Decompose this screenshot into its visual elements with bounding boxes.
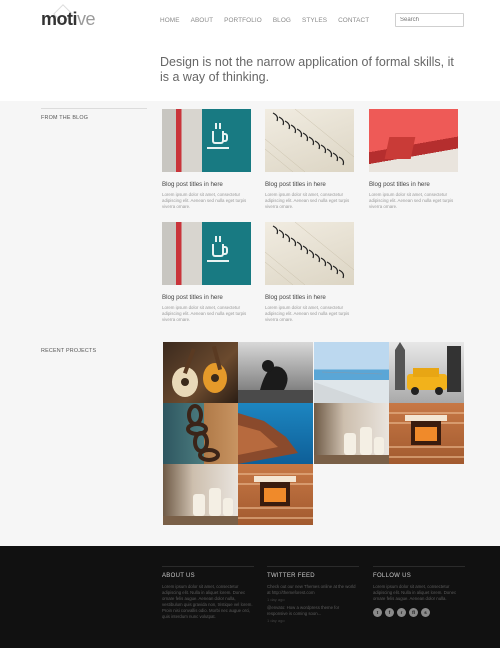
footer-follow-text: Lorem ipsum dolor sit amet, consectetur … (373, 584, 457, 601)
site-header: motive HOME ABOUT PORTFOLIO BLOG STYLES … (0, 0, 500, 101)
site-logo[interactable]: motive (41, 9, 96, 30)
blog-post-excerpt: Lorem ipsum dolor sit amet, consectetur … (265, 192, 350, 209)
footer-follow: FOLLOW US Lorem ipsum dolor sit amet, co… (373, 566, 465, 617)
blog-post-excerpt: Lorem ipsum dolor sit amet, consectetur … (369, 192, 454, 209)
footer-twitter: TWITTER FEED Check out our new Themes on… (267, 566, 359, 626)
blog-card[interactable]: Blog post titles in here Lorem ipsum dol… (265, 222, 355, 323)
project-tile-figure[interactable] (238, 342, 313, 403)
tweet-meta: 1 day ago (267, 618, 285, 623)
blog-post-title[interactable]: Blog post titles in here (162, 294, 252, 301)
blog-section-label: FROM THE BLOG (41, 115, 89, 121)
blog-post-title[interactable]: Blog post titles in here (162, 181, 252, 188)
rss-icon[interactable]: r (397, 608, 406, 617)
tweet-text[interactable]: @envato: How a wordpress theme for respo… (267, 605, 359, 617)
blog-card[interactable]: Blog post titles in here Lorem ipsum dol… (162, 222, 252, 323)
footer-about-text: Lorem ipsum dolor sit amet, consectetur … (162, 584, 253, 619)
blog-thumb-notebook[interactable] (265, 109, 354, 172)
blog-thumb-coffee[interactable] (162, 109, 251, 172)
project-tile-candles[interactable] (163, 464, 238, 525)
site-footer: ABOUT US Lorem ipsum dolor sit amet, con… (0, 546, 500, 648)
project-tile-car[interactable] (389, 342, 464, 403)
tweet-meta: 1 day ago (267, 597, 285, 602)
skype-icon[interactable]: s (421, 608, 430, 617)
blog-divider (41, 108, 147, 109)
footer-follow-title: FOLLOW US (373, 573, 412, 579)
main-nav: HOME ABOUT PORTFOLIO BLOG STYLES CONTACT (160, 17, 380, 24)
logo-accent: ve (77, 9, 96, 29)
project-tile-pier[interactable] (314, 342, 389, 403)
project-tile-fireplace[interactable] (238, 464, 313, 525)
footer-twitter-title: TWITTER FEED (267, 573, 315, 579)
nav-contact[interactable]: CONTACT (338, 17, 369, 24)
blog-card[interactable]: Blog post titles in here Lorem ipsum dol… (265, 109, 355, 210)
blog-post-excerpt: Lorem ipsum dolor sit amet, consectetur … (162, 305, 247, 322)
nav-blog[interactable]: BLOG (273, 17, 291, 24)
project-tile-coast[interactable] (238, 403, 313, 464)
facebook-icon[interactable]: f (385, 608, 394, 617)
blog-thumb-notebook[interactable] (265, 222, 354, 285)
twitter-icon[interactable]: t (373, 608, 382, 617)
nav-portfolio[interactable]: PORTFOLIO (224, 17, 262, 24)
project-tile-chain[interactable] (163, 403, 238, 464)
tweet-text[interactable]: Check out our new Themes online at the w… (267, 584, 359, 596)
nav-styles[interactable]: STYLES (302, 17, 327, 24)
blog-thumb-red[interactable] (369, 109, 458, 172)
flickr-icon[interactable]: fl (409, 608, 418, 617)
blog-card[interactable]: Blog post titles in here Lorem ipsum dol… (162, 109, 252, 210)
nav-about[interactable]: ABOUT (191, 17, 214, 24)
page-tagline: Design is not the narrow application of … (160, 55, 454, 84)
blog-post-excerpt: Lorem ipsum dolor sit amet, consectetur … (265, 305, 350, 322)
blog-thumb-coffee[interactable] (162, 222, 251, 285)
logo-main: moti (41, 9, 78, 29)
project-tile-guitars[interactable] (163, 342, 238, 403)
footer-about: ABOUT US Lorem ipsum dolor sit amet, con… (162, 566, 254, 620)
project-tile-candles[interactable] (314, 403, 389, 464)
social-links: t f r fl s (373, 608, 465, 617)
projects-section-label: RECENT PROJECTS (41, 348, 97, 354)
blog-card[interactable]: Blog post titles in here Lorem ipsum dol… (369, 109, 459, 210)
blog-post-title[interactable]: Blog post titles in here (265, 294, 355, 301)
project-tile-fireplace[interactable] (389, 403, 464, 464)
search-input[interactable] (395, 13, 464, 27)
footer-about-title: ABOUT US (162, 573, 195, 579)
blog-post-excerpt: Lorem ipsum dolor sit amet, consectetur … (162, 192, 247, 209)
nav-home[interactable]: HOME (160, 17, 180, 24)
blog-post-title[interactable]: Blog post titles in here (265, 181, 355, 188)
blog-post-title[interactable]: Blog post titles in here (369, 181, 459, 188)
